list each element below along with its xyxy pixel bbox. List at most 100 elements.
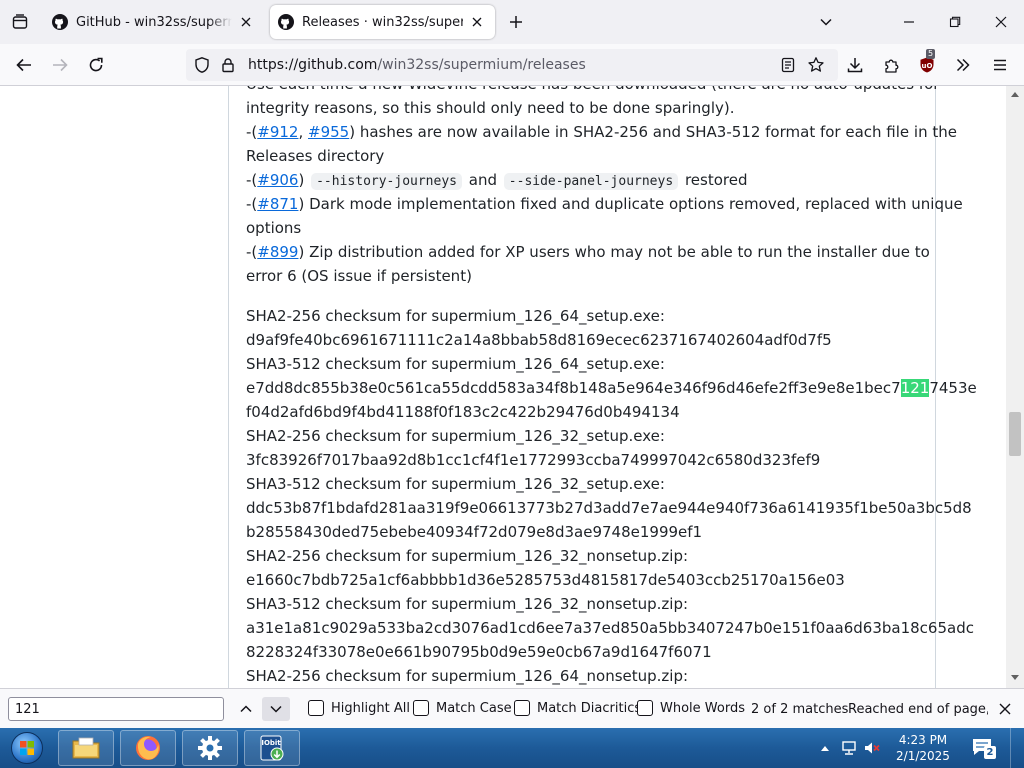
text-fragment: , — [298, 123, 309, 141]
reader-view-icon[interactable] — [778, 55, 798, 75]
maximize-button[interactable] — [932, 0, 978, 44]
find-match-count: 2 of 2 matches — [751, 702, 849, 717]
minimize-button[interactable] — [886, 0, 932, 44]
lock-icon[interactable] — [218, 55, 238, 75]
tab-title: Releases · win32ss/supermium — [302, 14, 463, 30]
find-close-button[interactable] — [994, 698, 1016, 720]
close-window-button[interactable] — [978, 0, 1024, 44]
checkbox-box[interactable] — [308, 700, 324, 716]
windows-logo-icon — [11, 732, 43, 764]
checksum-label: SHA3-512 checksum for supermium_126_32_n… — [246, 595, 689, 613]
github-icon — [278, 14, 294, 30]
reload-button[interactable] — [81, 50, 111, 80]
issue-link-906[interactable]: #906 — [257, 171, 298, 189]
show-hidden-icons-button[interactable] — [816, 739, 834, 757]
chevron-down-icon — [270, 705, 282, 713]
taskbar-settings[interactable] — [182, 730, 238, 766]
svg-text:IObit: IObit — [261, 739, 281, 747]
checksum-hash: d9af9fe40bc6961671111c2a14a8bbab58d8169e… — [246, 331, 832, 349]
whole-words-checkbox[interactable]: Whole Words — [637, 700, 745, 716]
checksum-label: SHA3-512 checksum for supermium_126_64_s… — [246, 355, 665, 373]
checksum-hash: e7dd8dc855b38e0c561ca55dcdd583a34f8b148a… — [246, 376, 977, 400]
downloads-button[interactable] — [840, 50, 870, 80]
vertical-scrollbar[interactable] — [1006, 86, 1024, 688]
close-icon — [472, 17, 482, 27]
scroll-thumb[interactable] — [1009, 412, 1021, 456]
find-next-button[interactable] — [262, 697, 290, 721]
checksum-hash: 3fc83926f7017baa92d8b1cc1cf4f1e1772993cc… — [246, 451, 821, 469]
url-host: https://github.com — [248, 57, 378, 73]
list-all-tabs-button[interactable] — [812, 8, 840, 36]
checksum-label: SHA2-256 checksum for supermium_126_64_s… — [246, 307, 665, 325]
tab-close-button[interactable] — [236, 12, 256, 32]
checksum-hash: f04d2afd6bd9f4bd41188f0f183c2c422b29476d… — [246, 403, 680, 421]
taskbar-file-explorer[interactable] — [58, 730, 114, 766]
tracking-shield-icon[interactable] — [192, 55, 212, 75]
scroll-up-button[interactable] — [1006, 86, 1024, 102]
tab-list-button[interactable] — [6, 8, 34, 36]
start-button[interactable] — [4, 730, 50, 766]
new-tab-button[interactable] — [502, 8, 530, 36]
checksum-hash: b28558430ded75ebebe40934f72d079e8d3ae974… — [246, 523, 703, 541]
notification-count: 2 — [984, 746, 996, 759]
match-diacritics-checkbox[interactable]: Match Diacritics — [514, 700, 641, 716]
app-menu-button[interactable] — [985, 50, 1015, 80]
find-previous-button[interactable] — [232, 697, 260, 721]
text-line: -(#906) --history-journeys and --side-pa… — [246, 168, 926, 192]
reload-icon — [89, 57, 103, 72]
text-fragment: ) Zip distribution added for XP users wh… — [298, 243, 930, 261]
close-icon — [995, 16, 1007, 28]
tab-close-button[interactable] — [467, 12, 487, 32]
checkbox-box[interactable] — [413, 700, 429, 716]
system-clock[interactable]: 4:23 PM 2/1/2025 — [880, 732, 966, 764]
scroll-down-button[interactable] — [1006, 670, 1024, 686]
text-line: options — [246, 219, 302, 237]
issue-link-912[interactable]: #912 — [257, 123, 298, 141]
windows-taskbar: IObit 4:23 PM 2/1/2025 2 — [0, 728, 1024, 768]
tab-strip: GitHub - win32ss/supermium: C Releases ·… — [0, 0, 1024, 44]
text-line: integrity reasons, so this should only n… — [246, 99, 735, 117]
text-fragment: -( — [246, 123, 258, 141]
show-desktop-button[interactable] — [1010, 728, 1024, 768]
triangle-up-icon — [821, 746, 829, 751]
find-input[interactable] — [8, 697, 224, 721]
issue-link-955[interactable]: #955 — [308, 123, 349, 141]
tray-network[interactable] — [840, 739, 858, 757]
plus-icon — [510, 16, 522, 28]
text-line: -(#871) Dark mode implementation fixed a… — [246, 192, 963, 216]
hamburger-menu-icon — [994, 59, 1006, 71]
network-icon — [842, 741, 856, 755]
highlight-all-checkbox[interactable]: Highlight All — [308, 700, 410, 716]
bookmark-star-icon[interactable] — [806, 55, 826, 75]
tab-releases[interactable]: Releases · win32ss/supermium — [270, 5, 495, 39]
checksum-hash: a31e1a81c9029a533ba2cd3076ad1cd6ee7a37ed… — [246, 619, 974, 637]
extensions-button[interactable] — [877, 50, 907, 80]
tray-volume[interactable] — [863, 739, 881, 757]
github-icon — [52, 14, 68, 30]
text-fragment: -( — [246, 243, 258, 261]
taskbar-iobit[interactable]: IObit — [244, 730, 300, 766]
taskbar-firefox[interactable] — [120, 730, 176, 766]
svg-text:uO: uO — [922, 62, 933, 70]
match-case-checkbox[interactable]: Match Case — [413, 700, 512, 716]
find-match-highlight: 121 — [900, 379, 930, 397]
forward-button[interactable] — [45, 50, 75, 80]
page-content[interactable]: Use each time a new Widevine release has… — [0, 86, 1024, 688]
checksum-hash: 8228324f33078e0e661b90795b0d9e59e0cb67a9… — [246, 643, 712, 661]
checksum-label: SHA2-256 checksum for supermium_126_64_n… — [246, 667, 689, 685]
tab-title: GitHub - win32ss/supermium: C — [76, 14, 232, 30]
checkbox-box[interactable] — [637, 700, 653, 716]
more-tools-button[interactable] — [948, 50, 978, 80]
action-center-button[interactable]: 2 — [970, 736, 996, 760]
back-button[interactable] — [9, 50, 39, 80]
checkbox-box[interactable] — [514, 700, 530, 716]
extension-badge: 5 — [926, 49, 936, 59]
checkbox-label: Whole Words — [660, 700, 745, 716]
issue-link-871[interactable]: #871 — [257, 195, 298, 213]
url-text[interactable]: https://github.com/win32ss/supermium/rel… — [248, 57, 586, 73]
download-icon — [847, 58, 863, 73]
issue-link-899[interactable]: #899 — [257, 243, 298, 261]
address-bar[interactable]: https://github.com/win32ss/supermium/rel… — [186, 49, 838, 81]
tab-github[interactable]: GitHub - win32ss/supermium: C — [44, 5, 264, 39]
